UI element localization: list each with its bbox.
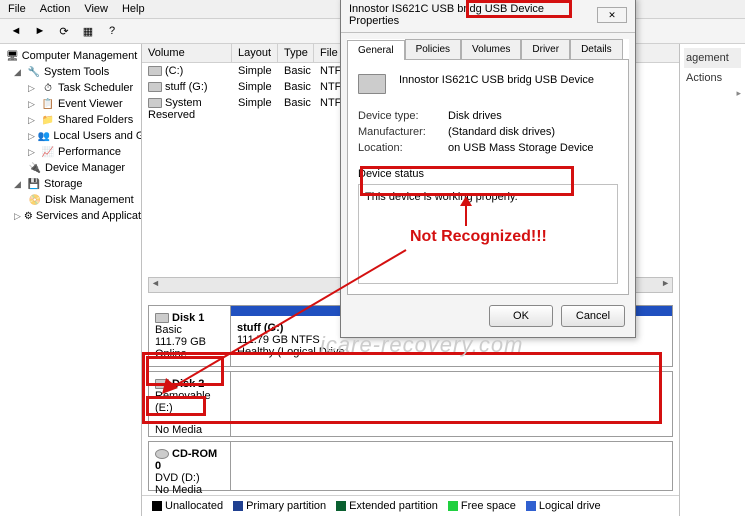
tree-system-tools[interactable]: ◢🔧System Tools bbox=[2, 64, 139, 80]
tree-event-viewer[interactable]: ▷📋Event Viewer bbox=[2, 96, 139, 112]
back-icon[interactable]: ◄ bbox=[6, 22, 26, 40]
volume-icon bbox=[148, 98, 162, 108]
menu-action[interactable]: Action bbox=[40, 3, 71, 15]
volume-icon bbox=[148, 82, 162, 92]
cancel-button[interactable]: Cancel bbox=[561, 305, 625, 327]
tab-volumes[interactable]: Volumes bbox=[461, 39, 521, 59]
tree-services-apps[interactable]: ▷⚙Services and Applications bbox=[2, 208, 139, 224]
tree-shared-folders[interactable]: ▷📁Shared Folders bbox=[2, 112, 139, 128]
label-device-status: Device status bbox=[358, 168, 618, 180]
tab-policies[interactable]: Policies bbox=[405, 39, 461, 59]
refresh-icon[interactable]: ⟳ bbox=[54, 22, 74, 40]
device-properties-dialog: Innostor IS621C USB bridg USB Device Pro… bbox=[340, 0, 636, 338]
col-layout[interactable]: Layout bbox=[232, 44, 278, 62]
tree-storage[interactable]: ◢💾Storage bbox=[2, 176, 139, 192]
device-icon bbox=[358, 74, 386, 94]
help-icon[interactable]: ? bbox=[102, 22, 122, 40]
ok-button[interactable]: OK bbox=[489, 305, 553, 327]
legend: Unallocated Primary partition Extended p… bbox=[142, 495, 679, 516]
disk-icon bbox=[155, 313, 169, 323]
volume-icon bbox=[148, 66, 162, 76]
disk-icon bbox=[155, 379, 169, 389]
device-status-text: This device is working properly. bbox=[365, 191, 518, 203]
tab-driver[interactable]: Driver bbox=[521, 39, 570, 59]
cdrom-block[interactable]: CD-ROM 0 DVD (D:) No Media bbox=[148, 441, 673, 491]
tab-details[interactable]: Details bbox=[570, 39, 623, 59]
disc-icon bbox=[155, 449, 169, 459]
dialog-titlebar[interactable]: Innostor IS621C USB bridg USB Device Pro… bbox=[341, 0, 635, 33]
forward-icon[interactable]: ► bbox=[30, 22, 50, 40]
properties-icon[interactable]: ▦ bbox=[78, 22, 98, 40]
actions-pane: agement Actions ▸ bbox=[679, 44, 745, 516]
col-type[interactable]: Type bbox=[278, 44, 314, 62]
nav-tree: 🖥Computer Management (Local ◢🔧System Too… bbox=[0, 44, 142, 516]
menu-view[interactable]: View bbox=[84, 3, 108, 15]
disk2-block[interactable]: Disk 2 Removable (E:) No Media bbox=[148, 371, 673, 437]
close-icon[interactable]: ✕ bbox=[597, 7, 627, 23]
cdrom-info: CD-ROM 0 DVD (D:) No Media bbox=[149, 442, 231, 490]
value-location: on USB Mass Storage Device bbox=[448, 142, 594, 154]
disk1-info: Disk 1 Basic 111.79 GB Online bbox=[149, 306, 231, 366]
cdrom-partition bbox=[231, 442, 672, 490]
legend-primary-swatch bbox=[233, 501, 243, 511]
tree-performance[interactable]: ▷📈Performance bbox=[2, 144, 139, 160]
label-location: Location: bbox=[358, 142, 438, 154]
col-volume[interactable]: Volume bbox=[142, 44, 232, 62]
legend-logical-swatch bbox=[526, 501, 536, 511]
value-device-type: Disk drives bbox=[448, 110, 502, 122]
legend-unallocated-swatch bbox=[152, 501, 162, 511]
tree-task-scheduler[interactable]: ▷⏱Task Scheduler bbox=[2, 80, 139, 96]
tree-local-users[interactable]: ▷👥Local Users and Groups bbox=[2, 128, 139, 144]
device-name: Innostor IS621C USB bridg USB Device bbox=[399, 74, 594, 94]
label-device-type: Device type: bbox=[358, 110, 438, 122]
value-manufacturer: (Standard disk drives) bbox=[448, 126, 555, 138]
tree-device-manager[interactable]: 🔌Device Manager bbox=[2, 160, 139, 176]
disk2-info: Disk 2 Removable (E:) No Media bbox=[149, 372, 231, 436]
tab-general[interactable]: General bbox=[347, 40, 405, 60]
disk2-partition bbox=[231, 372, 672, 436]
legend-free-swatch bbox=[448, 501, 458, 511]
menu-help[interactable]: Help bbox=[122, 3, 145, 15]
device-status-box: This device is working properly. bbox=[358, 184, 618, 284]
label-manufacturer: Manufacturer: bbox=[358, 126, 438, 138]
tab-general-body: Innostor IS621C USB bridg USB Device Dev… bbox=[347, 60, 629, 295]
dialog-tabs: General Policies Volumes Driver Details bbox=[347, 39, 629, 60]
actions-link[interactable]: Actions bbox=[684, 68, 741, 88]
tree-root[interactable]: 🖥Computer Management (Local bbox=[2, 48, 139, 64]
legend-extended-swatch bbox=[336, 501, 346, 511]
menu-file[interactable]: File bbox=[8, 3, 26, 15]
tree-disk-management[interactable]: 📀Disk Management bbox=[2, 192, 139, 208]
actions-heading: agement bbox=[684, 48, 741, 68]
